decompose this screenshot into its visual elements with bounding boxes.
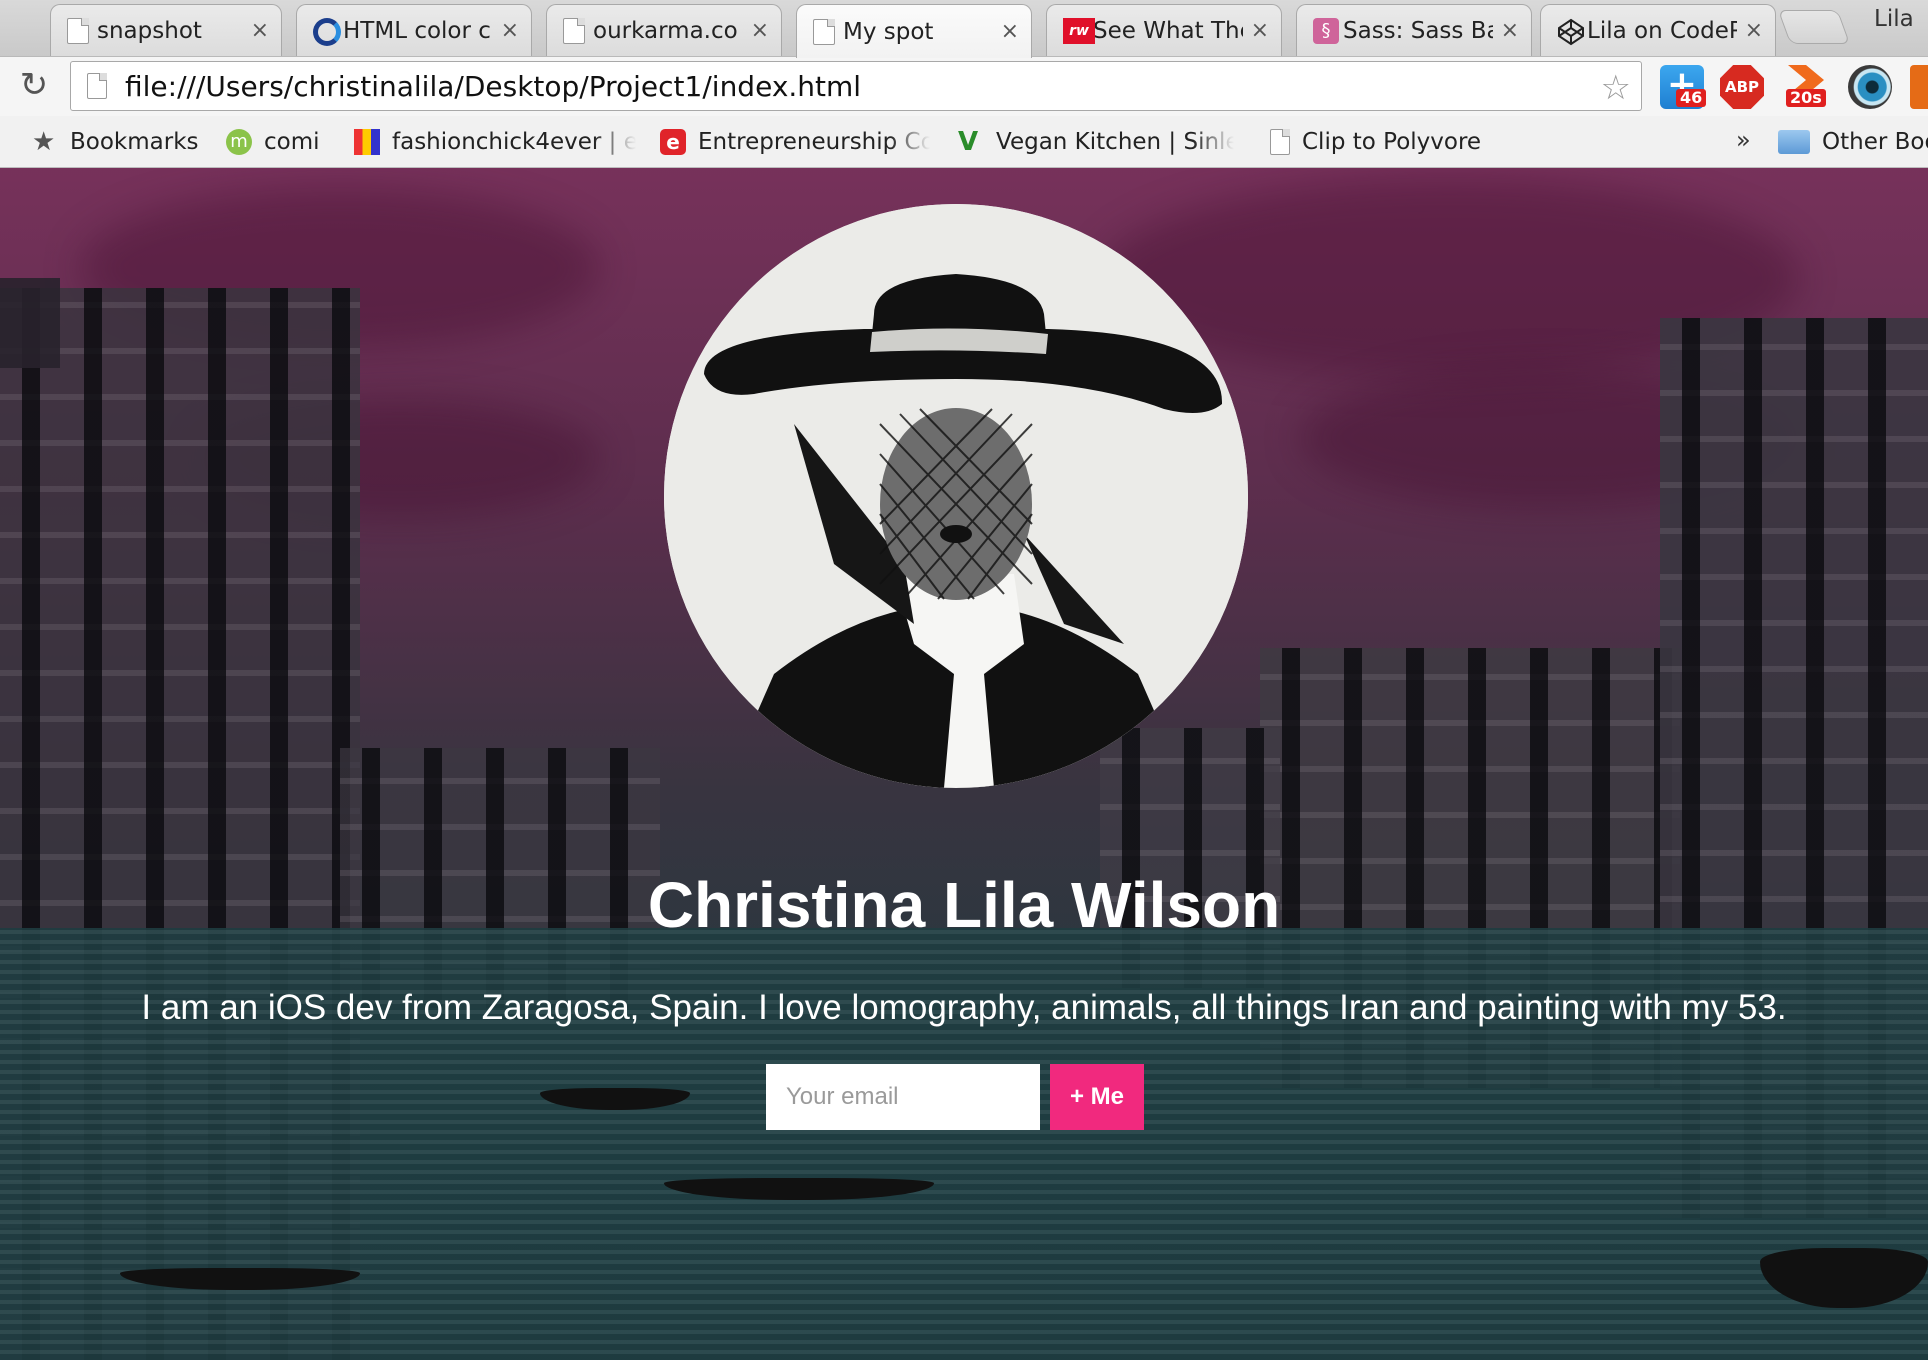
close-icon[interactable]: × [501,18,519,43]
tab-snapshot[interactable]: snapshot × [50,4,282,56]
tab-strip: snapshot × HTML color c × ourkarma.co × … [0,0,1928,58]
tab-ourkarma[interactable]: ourkarma.co × [546,4,782,56]
eye-extension-icon[interactable] [1848,65,1892,109]
url-text[interactable]: file:///Users/christinalila/Desktop/Proj… [125,70,861,103]
color-picker-icon [313,17,341,46]
bookmark-vegan-kitchen[interactable]: V Vegan Kitchen | Sinle [958,126,1234,158]
tab-title: ourkarma.co [593,17,738,44]
close-icon[interactable]: × [1251,18,1269,43]
new-tab-button[interactable] [1777,10,1851,44]
tab-title: My spot [843,18,934,45]
close-icon[interactable]: × [1501,18,1519,43]
tab-title: HTML color c [343,17,491,44]
close-icon[interactable]: × [1745,18,1763,43]
add-me-button[interactable]: + Me [1050,1064,1144,1130]
toolbar: ↻ file:///Users/christinalila/Desktop/Pr… [0,56,1928,116]
page-icon [563,17,585,44]
address-bar[interactable]: file:///Users/christinalila/Desktop/Proj… [70,61,1642,111]
bookmark-entrepreneurship[interactable]: e Entrepreneurship Co [660,126,930,158]
bookmark-label: comi [264,129,320,155]
close-icon[interactable]: × [251,18,269,43]
plus-extension-icon[interactable]: + 46 [1660,65,1707,109]
comi-icon: m [226,129,252,155]
bookmark-comi[interactable]: m comi [226,126,336,158]
page-icon [1270,129,1290,155]
page-icon [87,73,107,99]
close-icon[interactable]: × [1001,19,1019,44]
bookmark-label: fashionchick4ever | e [392,129,636,155]
page-icon [813,18,835,45]
hero-name: Christina Lila Wilson [647,869,1281,941]
bookmark-label: Entrepreneurship Co [698,129,930,155]
profile-name[interactable]: Lila [1874,6,1914,32]
extension-badge: 46 [1676,89,1707,107]
tab-see-what-the[interactable]: rw See What The × [1046,4,1282,56]
bookmark-label: Vegan Kitchen | Sinle [996,129,1234,155]
hero-bio: I am an iOS dev from Zaragosa, Spain. I … [141,988,1787,1027]
email-input[interactable] [766,1064,1040,1130]
star-icon: ★ [32,127,56,157]
folder-icon [1778,130,1810,154]
gift-icon [354,129,380,155]
sass-logo-icon: § [1313,17,1339,44]
tab-sass[interactable]: § Sass: Sass Ba × [1296,4,1532,56]
codepen-logo-icon [1557,18,1584,45]
arrow-extension-icon[interactable]: 20s [1784,65,1828,109]
profile-avatar [664,204,1248,788]
tab-title: snapshot [97,17,202,44]
extension-icon-cut[interactable] [1910,65,1928,109]
e-logo-icon: e [660,129,686,155]
bookmark-fashionchick[interactable]: fashionchick4ever | e [354,126,636,158]
bookmark-bookmarks[interactable]: ★ Bookmarks [32,126,212,158]
bookmarks-overflow-chevron[interactable]: » [1736,126,1751,154]
page-icon [67,17,89,44]
bookmark-star-icon[interactable]: ☆ [1601,68,1631,108]
rw-logo-icon: rw [1063,17,1095,44]
adblock-icon[interactable]: ABP [1720,65,1764,109]
bookmark-clip-to-polyvore[interactable]: Clip to Polyvore [1270,126,1510,158]
tab-title: See What The [1093,17,1243,44]
page-viewport: Christina Lila Wilson I am an iOS dev fr… [0,168,1928,1360]
bookmark-other-bookmarks[interactable]: Other Boo [1778,126,1928,158]
tab-title: Sass: Sass Ba [1343,17,1493,44]
bookmark-label: Clip to Polyvore [1302,129,1482,155]
bookmark-label: Bookmarks [70,129,199,155]
bookmark-label: Other Boo [1822,129,1928,155]
extension-badge: 20s [1786,89,1826,107]
vegan-icon: V [958,127,979,157]
tab-title: Lila on CodeP [1587,17,1737,44]
signup-form: + Me [766,1064,1144,1130]
close-icon[interactable]: × [751,18,769,43]
tab-codepen[interactable]: Lila on CodeP × [1540,4,1776,56]
tab-my-spot[interactable]: My spot × [796,4,1032,58]
tab-html-color[interactable]: HTML color c × [296,4,532,56]
bookmarks-bar: ★ Bookmarks m comi fashionchick4ever | e… [0,116,1928,168]
reload-icon[interactable]: ↻ [16,67,52,103]
